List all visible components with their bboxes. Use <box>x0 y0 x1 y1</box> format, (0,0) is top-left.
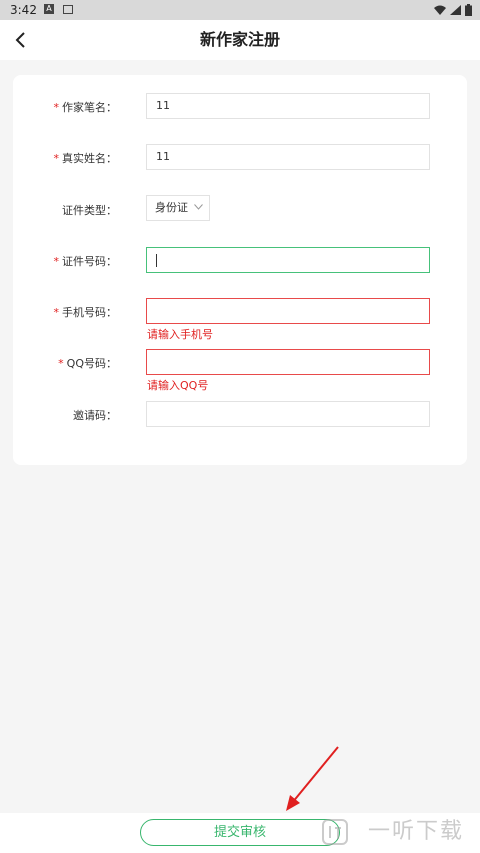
watermark: 一听下载 <box>320 812 480 852</box>
id-type-select[interactable]: 身份证 <box>146 195 210 221</box>
required-mark: * <box>53 101 60 114</box>
pen-name-label: * 作家笔名： <box>53 101 118 114</box>
status-icons <box>434 3 472 17</box>
page-title: 新作家注册 <box>199 30 280 49</box>
required-mark: * <box>53 306 60 319</box>
battery-icon <box>465 4 472 16</box>
pen-name-input[interactable]: 11 <box>146 93 430 119</box>
watermark-logo-icon <box>322 819 348 845</box>
status-bar: 3:42 A <box>0 0 480 20</box>
required-mark: * <box>53 152 60 165</box>
submit-review-button[interactable]: 提交审核 <box>140 819 340 846</box>
watermark-text: 一听下载 <box>368 819 465 844</box>
real-name-label: * 真实姓名： <box>53 152 118 165</box>
id-type-value: 身份证 <box>155 201 188 214</box>
signal-icon <box>450 5 461 15</box>
real-name-input[interactable]: 11 <box>146 144 430 170</box>
registration-form-card: * 作家笔名： 11 * 真实姓名： 11 证件类型： 身份证 * 证件号码： * 手机… <box>13 75 467 465</box>
notification-box-icon <box>63 5 73 14</box>
chevron-down-icon <box>194 204 203 210</box>
id-number-label: * 证件号码： <box>53 255 118 268</box>
invite-code-input[interactable] <box>146 401 430 427</box>
id-type-label: 证件类型： <box>62 204 117 217</box>
qq-label: * QQ号码： <box>58 357 117 370</box>
id-number-input[interactable] <box>146 247 430 273</box>
annotation-arrow-icon <box>286 746 339 811</box>
qq-input[interactable] <box>146 349 430 375</box>
notification-a-icon: A <box>44 4 54 14</box>
wifi-icon <box>434 5 446 15</box>
required-mark: * <box>53 255 60 268</box>
invite-code-label: 邀请码： <box>73 409 117 422</box>
phone-error-message: 请输入手机号 <box>147 328 213 341</box>
text-cursor <box>156 253 157 267</box>
phone-label: * 手机号码： <box>53 306 118 319</box>
qq-error-message: 请输入QQ号 <box>147 379 209 392</box>
phone-input[interactable] <box>146 298 430 324</box>
nav-bar: 新作家注册 <box>0 20 480 60</box>
status-time: 3:42 <box>10 3 37 17</box>
required-mark: * <box>58 357 64 370</box>
